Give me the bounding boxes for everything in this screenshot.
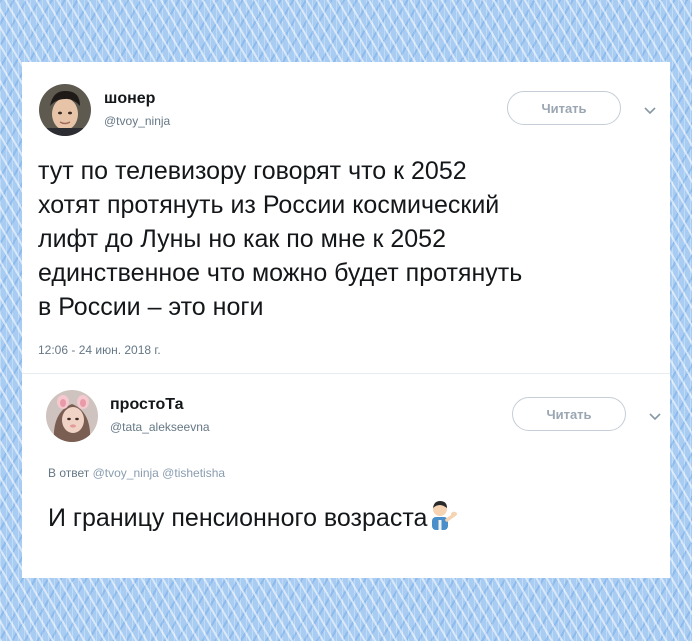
avatar[interactable]	[39, 84, 91, 136]
divider	[22, 373, 670, 374]
tweet-text-line: в России – это ноги	[38, 293, 264, 321]
tweet-text-line: хотят протянуть из России космический	[38, 191, 500, 219]
avatar[interactable]	[46, 390, 98, 442]
tweet-text-line: лифт до Луны но как по мне к 2052	[38, 225, 446, 253]
tweet-text-line: единственное что можно будет протянуть	[38, 259, 523, 287]
reply-context: В ответ @tvoy_ninja @tishetisha	[48, 466, 225, 480]
chevron-down-icon[interactable]	[649, 413, 661, 421]
user-handle[interactable]: @tata_alekseevna	[110, 420, 210, 434]
reply-handle-link[interactable]: @tvoy_ninja	[93, 466, 159, 480]
tweet-card: шонер @tvoy_ninja Читать тут по телевизо…	[22, 62, 670, 578]
tweet-text-line: тут по телевизору говорят что к 2052	[38, 157, 467, 185]
follow-button[interactable]: Читать	[512, 397, 626, 431]
chevron-down-icon[interactable]	[644, 107, 656, 115]
follow-button[interactable]: Читать	[507, 91, 621, 125]
tweet-text: И границу пенсионного возраста	[48, 500, 458, 535]
man-tipping-hand-emoji	[432, 501, 458, 530]
display-name[interactable]: простоТа	[110, 396, 184, 414]
reply-prefix: В ответ	[48, 466, 90, 480]
tweet-text: тут по телевизору говорят что к 2052 хот…	[38, 154, 522, 324]
tweet-text-line: И границу пенсионного возраста	[48, 504, 428, 532]
avatar-photo	[39, 84, 91, 136]
avatar-photo	[46, 390, 98, 442]
user-handle[interactable]: @tvoy_ninja	[104, 114, 170, 128]
tweet-timestamp[interactable]: 12:06 - 24 июн. 2018 г.	[38, 343, 161, 357]
display-name[interactable]: шонер	[104, 90, 155, 108]
reply-handle-link[interactable]: @tishetisha	[162, 466, 225, 480]
